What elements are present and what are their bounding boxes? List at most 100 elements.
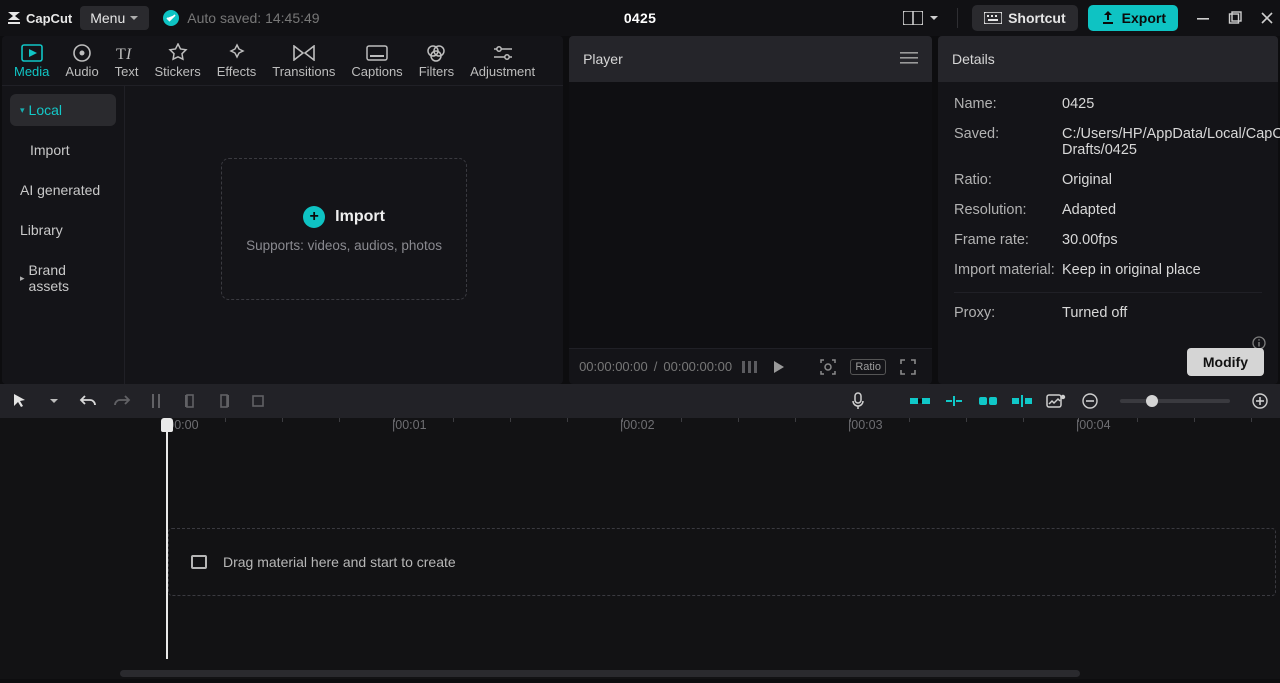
menu-button-label: Menu [90,10,125,26]
import-supports-text: Supports: videos, audios, photos [246,238,442,253]
zoom-in-button[interactable] [1248,389,1272,413]
tab-stickers[interactable]: Stickers [149,42,207,85]
library-main: + Import Supports: videos, audios, photo… [124,86,563,384]
export-button[interactable]: Export [1088,5,1178,31]
tab-label: Text [115,64,139,79]
trim-left-tool[interactable] [178,389,202,413]
magnet-main-track-button[interactable] [908,389,932,413]
tab-adjustment[interactable]: Adjustment [464,42,541,85]
modify-button[interactable]: Modify [1187,348,1264,376]
library-body: ▾Local Import AI generated Library ▸Bran… [2,86,563,384]
menu-button[interactable]: Menu [80,6,149,30]
snap-icon [943,394,965,408]
layout-button[interactable] [899,7,943,29]
trim-left-icon [183,393,197,409]
separator: / [654,359,658,374]
tab-label: Captions [351,64,402,79]
tab-label: Transitions [272,64,335,79]
timeline-horizontal-scrollbar[interactable] [120,670,1080,677]
details-panel-title: Details [952,51,995,67]
player-panel-header: Player [569,36,932,82]
cover-settings-button[interactable] [1044,389,1068,413]
delete-tool[interactable] [246,389,270,413]
panel-menu-button[interactable] [900,51,918,67]
fullscreen-button[interactable] [900,359,916,375]
redo-button[interactable] [110,389,134,413]
shortcut-button-label: Shortcut [1008,10,1066,26]
caret-down-icon: ▾ [20,105,25,116]
pointer-dropdown[interactable] [42,389,66,413]
zoom-slider[interactable] [1120,399,1230,403]
ruler-label: |00:02 [620,418,655,432]
tab-audio[interactable]: Audio [59,42,104,85]
compare-icon[interactable] [742,361,757,373]
import-dropzone[interactable]: + Import Supports: videos, audios, photo… [221,158,467,300]
shortcut-button[interactable]: Shortcut [972,5,1078,31]
auto-snap-button[interactable] [942,389,966,413]
effects-icon [227,42,247,64]
layout-icon [903,11,923,25]
timeline-toolbar-left [8,389,270,413]
record-audio-button[interactable] [846,389,870,413]
library-panel: Media Audio TI Text Stickers Effects Tra… [2,36,563,384]
separator [954,292,1262,293]
text-icon: TI [116,42,138,64]
minimize-button[interactable] [1196,11,1210,25]
undo-icon [79,393,97,409]
playhead-grip-icon[interactable] [161,418,173,432]
timeline-toolbar-right [846,389,1272,413]
transitions-icon [293,42,315,64]
pointer-icon [12,393,28,409]
split-tool[interactable] [144,389,168,413]
sidebar-item-local[interactable]: ▾Local [10,94,116,126]
preview-axis-button[interactable] [1010,389,1034,413]
trim-right-tool[interactable] [212,389,236,413]
ruler-label: |00:03 [848,418,883,432]
player-panel: Player 00:00:00:00 / 00:00:00:00 Ratio [569,36,932,384]
close-button[interactable] [1260,11,1274,25]
sidebar-item-import[interactable]: Import [10,134,116,166]
player-controls: 00:00:00:00 / 00:00:00:00 Ratio [569,348,932,384]
export-button-label: Export [1122,10,1166,26]
linkage-icon [977,394,999,408]
linkage-button[interactable] [976,389,1000,413]
timeline-ruler[interactable]: |00:00 |00:01 |00:02 |00:03 |00:04 [0,418,1280,440]
timeline-toolbar [0,384,1280,418]
player-stage[interactable] [569,82,932,348]
scan-button[interactable] [820,359,836,375]
sidebar-item-library[interactable]: Library [10,214,116,246]
aspect-ratio-chip[interactable]: Ratio [850,359,886,375]
timeline-drop-track[interactable]: Drag material here and start to create [168,528,1276,596]
details-value-ratio: Original [1062,172,1112,188]
tab-effects[interactable]: Effects [211,42,263,85]
separator [957,8,958,28]
zoom-out-button[interactable] [1078,389,1102,413]
play-button[interactable] [771,360,785,374]
svg-text:I: I [125,46,132,62]
tab-text[interactable]: TI Text [109,42,145,85]
import-cta-row: + Import [303,206,385,228]
chevron-down-icon [129,10,139,26]
plus-circle-icon [1252,393,1268,409]
ruler-label: |00:04 [1076,418,1111,432]
minimize-icon [1196,11,1210,25]
timeline[interactable]: |00:00 |00:01 |00:02 |00:03 |00:04 Drag … [0,418,1280,679]
tab-filters[interactable]: Filters [413,42,460,85]
keyboard-icon [984,12,1002,24]
sidebar-item-brand-assets[interactable]: ▸Brand assets [10,254,116,302]
tab-label: Filters [419,64,454,79]
tab-label: Adjustment [470,64,535,79]
pointer-tool[interactable] [8,389,32,413]
tab-captions[interactable]: Captions [345,42,408,85]
chevron-down-icon [929,13,939,23]
details-label-proxy: Proxy: [954,305,1062,321]
zoom-slider-thumb[interactable] [1146,395,1158,407]
undo-button[interactable] [76,389,100,413]
tab-transitions[interactable]: Transitions [266,42,341,85]
check-circle-icon [163,10,179,26]
tab-media[interactable]: Media [8,42,55,85]
titlebar-right: Shortcut Export [899,5,1274,31]
maximize-button[interactable] [1228,11,1242,25]
sidebar-item-ai[interactable]: AI generated [10,174,116,206]
titlebar: CapCut Menu Auto saved: 14:45:49 0425 Sh… [0,0,1280,36]
